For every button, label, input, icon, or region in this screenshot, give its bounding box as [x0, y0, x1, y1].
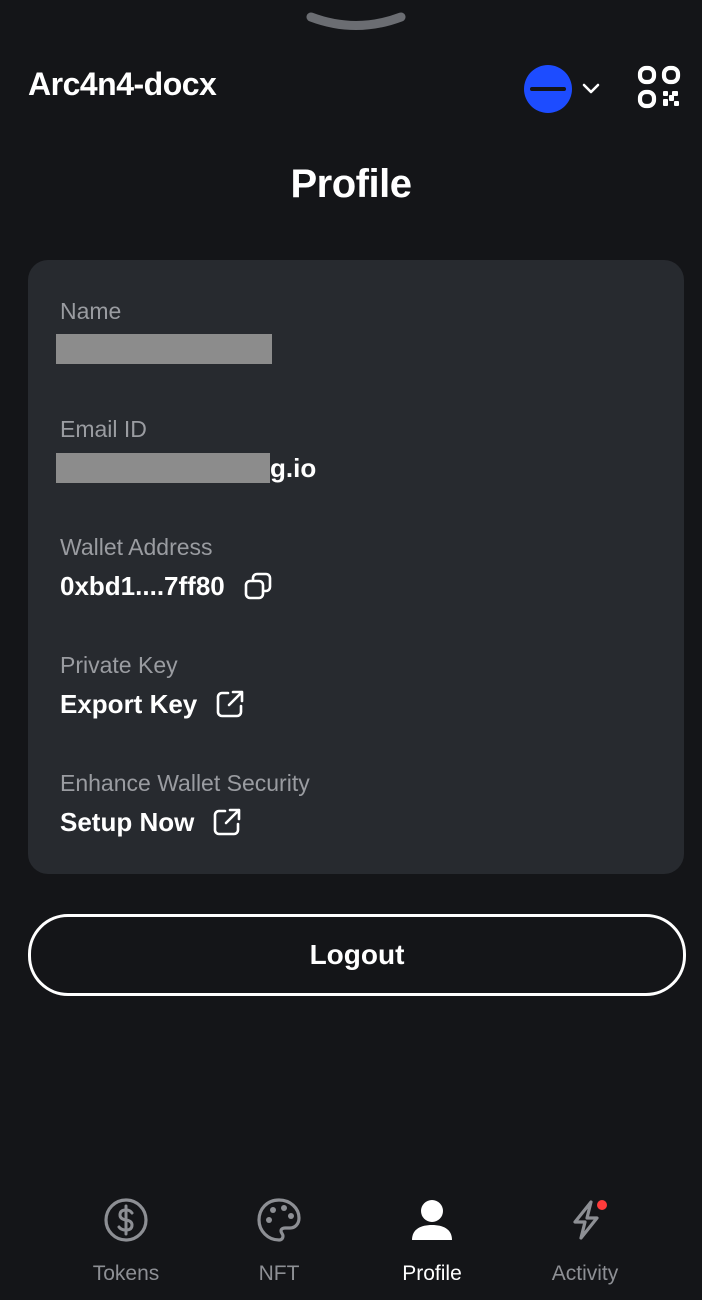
nav-label-activity: Activity [551, 1262, 619, 1285]
private-key-label: Private Key [60, 652, 178, 678]
wallet-field: Wallet Address 0xbd1....7ff80 [60, 532, 273, 602]
email-domain-suffix: g.io [270, 453, 317, 483]
export-key-label[interactable]: Export Key [60, 688, 197, 720]
setup-now-link[interactable]: Setup Now [60, 806, 310, 838]
email-label: Email ID [60, 416, 147, 442]
name-field: Name [56, 296, 272, 364]
notification-badge [597, 1200, 607, 1210]
nav-item-nft[interactable]: NFT [214, 1190, 344, 1294]
redacted-email [56, 453, 270, 483]
header: Arc4n4-docx [0, 58, 702, 114]
email-field: Email ID g.io [56, 414, 317, 484]
chevron-down-icon [582, 83, 600, 94]
wallet-address: 0xbd1....7ff80 [60, 571, 225, 601]
qr-code-icon[interactable] [636, 64, 682, 110]
wallet-value: 0xbd1....7ff80 [60, 570, 273, 602]
security-label: Enhance Wallet Security [60, 770, 310, 796]
network-icon [524, 65, 572, 113]
export-key-link[interactable]: Export Key [60, 688, 245, 720]
network-selector[interactable] [522, 64, 604, 114]
nav-item-tokens[interactable]: Tokens [61, 1190, 191, 1294]
security-field: Enhance Wallet Security Setup Now [60, 768, 310, 838]
app-title: Arc4n4-docx [28, 66, 217, 102]
external-link-icon[interactable] [212, 807, 242, 837]
activity-icon-wrap [561, 1196, 609, 1244]
nav-label-profile: Profile [402, 1262, 462, 1285]
copy-icon[interactable] [243, 571, 273, 601]
nav-label-nft: NFT [258, 1262, 300, 1285]
user-icon [412, 1200, 452, 1240]
logout-button[interactable]: Logout [28, 914, 686, 996]
external-link-icon[interactable] [215, 689, 245, 719]
palette-icon [257, 1198, 301, 1242]
nav-item-profile[interactable]: Profile [367, 1190, 497, 1294]
bottom-nav: Tokens NFT Profile Activity [0, 1190, 702, 1300]
nav-item-activity[interactable]: Activity [520, 1190, 650, 1294]
setup-now-label[interactable]: Setup Now [60, 806, 194, 838]
nav-label-tokens: Tokens [92, 1262, 160, 1285]
email-value: g.io [56, 452, 317, 484]
page-title: Profile [290, 162, 412, 206]
profile-card: Name Email ID g.io Wallet Address 0xbd1.… [28, 260, 684, 874]
dollar-circle-icon [104, 1198, 148, 1242]
drag-handle-icon[interactable] [306, 10, 406, 36]
private-key-field: Private Key Export Key [60, 650, 245, 720]
wallet-label: Wallet Address [60, 534, 213, 560]
redacted-name [56, 334, 272, 364]
name-label: Name [60, 298, 122, 324]
name-value [56, 334, 272, 364]
